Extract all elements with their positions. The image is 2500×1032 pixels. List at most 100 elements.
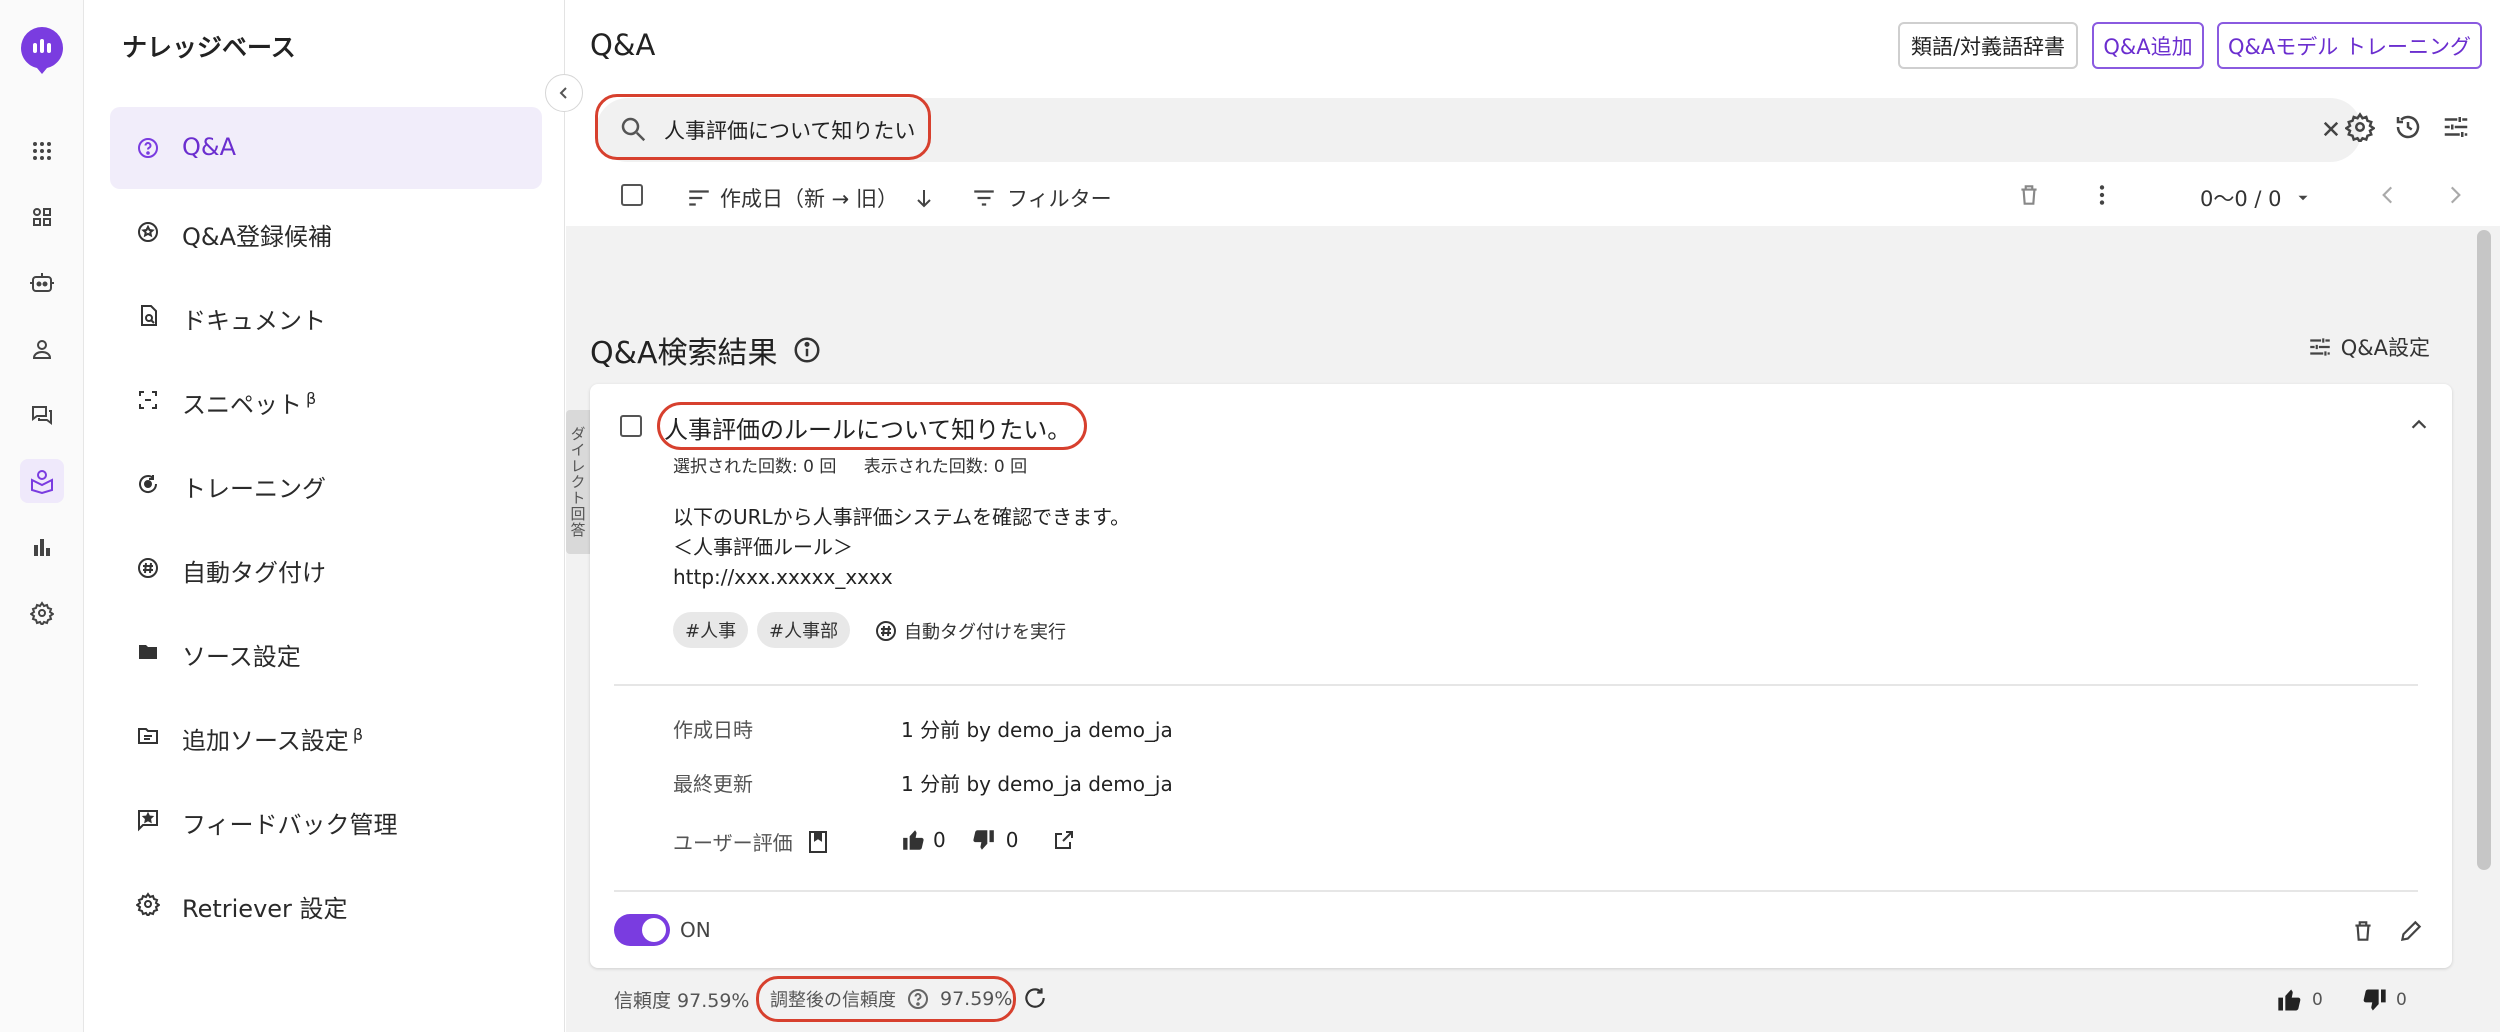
train-qa-model-button[interactable]: Q&Aモデル トレーニング <box>2217 22 2482 69</box>
training-icon <box>139 475 158 493</box>
filter-label: フィルター <box>1007 187 1112 211</box>
toggle-label: ON <box>680 918 711 942</box>
icon-rail <box>0 0 84 1032</box>
dislikes-count: 0 <box>1005 828 1019 852</box>
gear-icon[interactable] <box>20 591 64 635</box>
sidebar-item-auto-tagging[interactable]: 自動タグ付け <box>110 527 542 609</box>
hashtag-icon <box>876 621 896 641</box>
sort-label: 作成日（新 → 旧） <box>720 187 898 211</box>
thumb-up-icon[interactable] <box>2276 986 2304 1014</box>
sidebar-item-training[interactable]: トレーニング <box>110 443 542 525</box>
sidebar-item-source-settings[interactable]: ソース設定 <box>110 611 542 693</box>
bookmark-doc-icon[interactable] <box>807 830 829 854</box>
synonym-dictionary-button[interactable]: 類語/対義語辞書 <box>1898 22 2078 69</box>
apps-grid-icon[interactable] <box>20 129 64 173</box>
info-icon[interactable] <box>792 335 822 365</box>
footer-likes-count: 0 <box>2312 990 2323 1010</box>
widgets-icon[interactable] <box>20 195 64 239</box>
refresh-icon[interactable] <box>1022 985 1048 1011</box>
rating-label: ユーザー評価 <box>673 831 793 855</box>
run-autotag-button[interactable]: 自動タグ付けを実行 <box>874 618 1066 644</box>
delete-icon[interactable] <box>2350 918 2376 944</box>
tune-icon <box>2309 338 2330 356</box>
folder-icon <box>139 645 157 659</box>
sidebar-item-qa[interactable]: Q&A <box>110 107 542 189</box>
likes-count: 0 <box>933 828 946 852</box>
next-page-icon[interactable] <box>2442 182 2468 208</box>
sort-icon <box>689 190 709 206</box>
sidebar-item-label: ソース設定 <box>182 643 301 671</box>
chat-icon[interactable] <box>20 393 64 437</box>
filter-button[interactable]: フィルター <box>971 183 1112 213</box>
sidebar-item-label: トレーニング <box>182 475 326 503</box>
answer-line: ＜人事評価ルール＞ <box>673 535 853 559</box>
pagination-label: 0〜0 / 0 <box>2200 187 2282 211</box>
adjusted-confidence-highlight <box>756 976 1016 1022</box>
qa-settings-label: Q&A設定 <box>2340 336 2430 360</box>
delete-icon[interactable] <box>2016 182 2042 208</box>
knowledge-icon[interactable] <box>20 459 64 503</box>
tag-chip[interactable]: #人事部 <box>757 612 851 648</box>
answer-line: http://xxx.xxxxx_xxxx <box>673 565 893 589</box>
top-bar: Q&A 類語/対義語辞書 Q&A追加 Q&Aモデル トレーニング 作成日（新 →… <box>566 0 2500 226</box>
search-highlight <box>595 94 931 160</box>
collapse-sidebar-button[interactable] <box>545 74 583 112</box>
sidebar-item-label: 追加ソース設定 β <box>182 725 364 755</box>
rating-label-row: ユーザー評価 <box>673 827 829 856</box>
more-vert-icon[interactable] <box>2089 182 2115 208</box>
tune-icon[interactable] <box>2441 112 2471 142</box>
list-toolbar: 作成日（新 → 旧） フィルター 0〜0 / 0 <box>566 168 2500 224</box>
updated-label: 最終更新 <box>673 772 753 796</box>
search-settings-icon[interactable] <box>2345 112 2375 142</box>
question-highlight <box>657 402 1087 450</box>
footer-dislikes: 0 <box>2360 986 2407 1014</box>
sidebar-item-label: スニペット β <box>182 389 317 419</box>
chevron-left-icon <box>559 87 567 99</box>
chevron-up-icon[interactable] <box>2408 414 2430 436</box>
selected-count: 選択された回数: 0 回 <box>673 457 837 477</box>
history-icon[interactable] <box>2393 112 2423 142</box>
bar-chart-icon[interactable] <box>20 525 64 569</box>
sidebar-item-feedback[interactable]: フィードバック管理 <box>110 779 542 861</box>
thumb-down-icon[interactable] <box>2360 986 2388 1014</box>
sort-control[interactable]: 作成日（新 → 旧） <box>686 183 936 213</box>
sidebar-item-qa-candidates[interactable]: Q&A登録候補 <box>110 191 542 273</box>
sidebar-title: ナレッジベース <box>122 33 296 62</box>
select-all-checkbox[interactable] <box>621 184 643 206</box>
app-window: ナレッジベース Q&A Q&A登録候補 ドキュメント スニペット β トレーニング… <box>0 0 2500 1032</box>
sidebar-item-documents[interactable]: ドキュメント <box>110 275 542 357</box>
edit-icon[interactable] <box>2398 918 2424 944</box>
card-divider <box>614 684 2418 686</box>
clear-search-icon[interactable] <box>2316 114 2346 144</box>
result-checkbox[interactable] <box>620 415 642 437</box>
filter-icon <box>974 190 994 206</box>
thumb-down-icon[interactable] <box>970 827 996 853</box>
bot-icon[interactable] <box>20 261 64 305</box>
prev-page-icon[interactable] <box>2375 182 2401 208</box>
updated-value: 1 分前 by demo_ja demo_ja <box>901 772 1173 796</box>
open-external-icon[interactable] <box>1052 828 1076 852</box>
qa-settings-button[interactable]: Q&A設定 <box>2307 332 2430 362</box>
sidebar-item-label: Q&A登録候補 <box>182 223 333 251</box>
direct-answer-tab[interactable]: ダイレクト回答 <box>566 410 590 554</box>
snippet-icon <box>139 391 157 409</box>
app-logo[interactable] <box>19 25 65 75</box>
sidebar-item-snippets[interactable]: スニペット β <box>110 359 542 441</box>
sidebar-item-label: フィードバック管理 <box>182 811 398 839</box>
thumb-up-icon[interactable] <box>901 827 927 853</box>
enabled-toggle[interactable] <box>614 914 670 946</box>
sidebar-item-label: Q&A <box>182 133 237 161</box>
footer-likes: 0 <box>2276 986 2323 1014</box>
sidebar-item-retriever-settings[interactable]: Retriever 設定 <box>110 863 542 945</box>
answer-line: 以下のURLから人事評価システムを確認できます。 <box>673 505 1131 529</box>
sidebar-item-additional-sources[interactable]: 追加ソース設定 β <box>110 695 542 777</box>
tag-chip[interactable]: #人事 <box>673 612 749 648</box>
answer-text: 以下のURLから人事評価システムを確認できます。 ＜人事評価ルール＞ http:… <box>673 502 1130 592</box>
sidebar-item-label: ドキュメント <box>182 307 326 335</box>
pagination-select[interactable]: 0〜0 / 0 <box>2200 183 2312 213</box>
scrollbar[interactable] <box>2477 230 2491 870</box>
sidebar-item-label: Retriever 設定 <box>182 895 348 923</box>
add-qa-button[interactable]: Q&A追加 <box>2092 22 2204 69</box>
person-icon[interactable] <box>20 327 64 371</box>
arrow-down-icon <box>917 190 931 208</box>
